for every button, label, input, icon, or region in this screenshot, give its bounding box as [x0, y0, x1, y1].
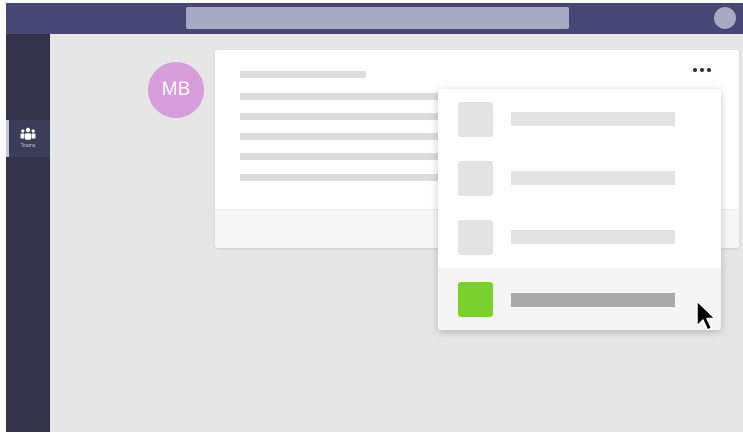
- app-icon: [458, 161, 493, 196]
- teams-icon: [20, 127, 36, 140]
- menu-item[interactable]: [438, 148, 721, 207]
- rail-item-label: Teams: [20, 143, 36, 149]
- active-indicator: [6, 120, 9, 157]
- menu-item[interactable]: [438, 207, 721, 266]
- app-name-placeholder: [511, 171, 675, 185]
- app-menu: [438, 89, 721, 330]
- rail-item-teams[interactable]: Teams: [6, 120, 50, 157]
- menu-item[interactable]: [438, 89, 721, 148]
- app-name-placeholder: [511, 112, 675, 126]
- teams-window: Teams MB: [6, 3, 743, 432]
- text-placeholder: [240, 174, 440, 181]
- app-icon: [458, 102, 493, 137]
- app-rail: Teams: [6, 34, 50, 432]
- app-icon: [458, 282, 493, 317]
- search-input[interactable]: [186, 7, 569, 29]
- app-name-placeholder: [511, 293, 675, 307]
- menu-item-highlighted[interactable]: [438, 268, 721, 330]
- text-placeholder: [240, 113, 440, 120]
- app-name-placeholder: [511, 230, 675, 244]
- title-bar: [6, 3, 743, 34]
- text-placeholder: [240, 153, 440, 160]
- conversation-area: MB: [50, 34, 743, 432]
- user-avatar[interactable]: [714, 7, 736, 29]
- text-placeholder: [240, 93, 440, 100]
- app-icon: [458, 220, 493, 255]
- text-placeholder: [240, 71, 366, 78]
- mouse-pointer-icon: [696, 300, 716, 331]
- author-avatar[interactable]: MB: [148, 62, 204, 118]
- text-placeholder: [240, 133, 440, 140]
- more-options-icon[interactable]: [693, 60, 719, 74]
